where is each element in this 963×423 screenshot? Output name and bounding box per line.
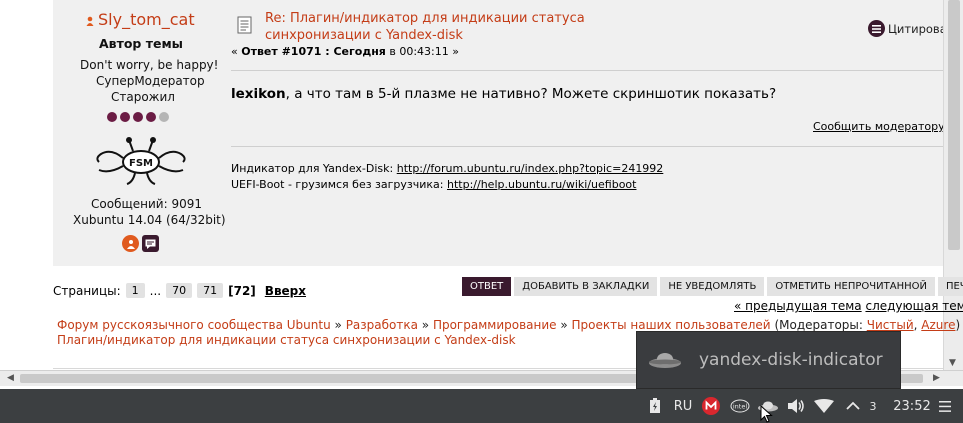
page-link[interactable]: 1: [125, 283, 145, 298]
post-text: , а что там в 5-й плазме не нативно? Мож…: [285, 86, 777, 102]
moderators-label: (Модераторы:: [774, 318, 867, 332]
online-status-icon: [86, 16, 94, 26]
pm-button[interactable]: [142, 235, 159, 252]
meta-prefix: «: [231, 45, 242, 58]
rating-dot: [120, 112, 130, 122]
current-page: [72]: [228, 283, 256, 298]
signature-divider: [231, 146, 943, 147]
clock-time: 23:52: [893, 398, 931, 414]
author-personal-text: Don't worry, be happy!: [80, 58, 219, 72]
author-buttons: [122, 235, 159, 252]
svg-text:FSM: FSM: [129, 158, 153, 169]
print-button[interactable]: ПЕЧАТЬ: [937, 277, 963, 296]
breadcrumb-item[interactable]: Разработка: [346, 318, 418, 332]
author-os: Xubuntu 14.04 (64/32bit): [73, 213, 226, 227]
sig-link-2[interactable]: http://help.ubuntu.ru/wiki/uefiboot: [447, 178, 636, 191]
pagination-label: Страницы:: [53, 283, 121, 298]
page-link[interactable]: 71: [197, 283, 224, 298]
reply-button[interactable]: ОТВЕТ: [462, 277, 512, 296]
vertical-scroll-thumb[interactable]: [948, 0, 960, 250]
author-role: Автор темы: [99, 36, 183, 51]
breadcrumb-current[interactable]: Плагин/индикатор для индикации статуса с…: [57, 333, 516, 347]
keyboard-layout[interactable]: RU: [670, 389, 696, 423]
post-meta: « Ответ #1071 : Сегодня в 00:43:11 »: [231, 45, 459, 58]
svg-text:intel: intel: [733, 403, 747, 411]
fsm-avatar: FSM: [96, 137, 186, 185]
sig-label-2: UEFI-Boot - грузимся без загрузчика:: [231, 178, 448, 191]
mark-unread-button[interactable]: ОТМЕТИТЬ НЕПРОЧИТАННОЙ: [767, 277, 935, 296]
message-icon: [145, 239, 156, 249]
scroll-top-link[interactable]: Вверх: [265, 284, 306, 298]
mouse-cursor-icon: [760, 405, 773, 423]
notification-count: 3: [866, 389, 880, 423]
signature: Индикатор для Yandex-Disk: http://forum.…: [231, 161, 663, 193]
moderators: (Модераторы: Чистый, Azure): [771, 318, 960, 332]
author-name[interactable]: Sly_tom_cat: [86, 10, 195, 29]
post-body: lexikon, а что там в 5-й плазме не натив…: [231, 86, 776, 102]
rating-dot: [146, 112, 156, 122]
quote-icon: [868, 20, 885, 37]
yandex-disk-ufo-icon: [649, 353, 681, 368]
bookmark-button[interactable]: ДОБАВИТЬ В ЗАКЛАДКИ: [514, 277, 658, 296]
battery-icon[interactable]: [646, 389, 664, 423]
rating-dot: [107, 112, 117, 122]
author-level: Старожил: [111, 90, 175, 104]
breadcrumb-item[interactable]: Программирование: [433, 318, 557, 332]
volume-icon[interactable]: [786, 389, 806, 423]
rating-dot: [133, 112, 143, 122]
topic-navigation: « предыдущая тема следующая тема »: [734, 299, 963, 313]
author-rank: СуперМодератор: [96, 74, 205, 88]
moderator-link[interactable]: Чистый: [867, 318, 914, 332]
user-icon: [126, 239, 135, 249]
breadcrumb-separator: »: [330, 318, 346, 332]
divider: [231, 70, 943, 71]
page-ellipsis: ...: [149, 283, 162, 298]
keyboard-layout-label: RU: [673, 398, 693, 414]
post-icon: [237, 16, 252, 34]
menu-icon[interactable]: [937, 389, 953, 423]
post-time: в 00:43:11 »: [385, 45, 459, 58]
signature-line-1: Индикатор для Yandex-Disk: http://forum.…: [231, 161, 663, 177]
notification-count-label: 3: [869, 399, 877, 413]
author-post-count: Сообщений: 9091: [91, 197, 202, 211]
rating-dots: [107, 112, 169, 122]
scroll-left-arrow[interactable]: ◀: [7, 373, 14, 383]
previous-topic-link[interactable]: « предыдущая тема: [734, 299, 862, 313]
breadcrumb-separator: »: [556, 318, 572, 332]
breadcrumb-item[interactable]: Форум русскоязычного сообщества Ubuntu: [57, 318, 331, 332]
breadcrumb-separator: »: [417, 318, 433, 332]
wifi-icon[interactable]: [812, 389, 836, 423]
sig-label-1: Индикатор для Yandex-Disk:: [231, 162, 397, 175]
report-to-moderator-link[interactable]: Сообщить модератору: [813, 120, 945, 133]
mentioned-user: lexikon: [231, 86, 286, 102]
mega-sync-icon[interactable]: [700, 389, 722, 423]
next-topic-link[interactable]: следующая тема »: [865, 299, 963, 313]
unnotify-button[interactable]: НЕ УВЕДОМЛЯТЬ: [660, 277, 765, 296]
topic-actions: ОТВЕТ ДОБАВИТЬ В ЗАКЛАДКИ НЕ УВЕДОМЛЯТЬ …: [462, 277, 963, 296]
reply-number: Ответ #1071 : Сегодня: [241, 45, 386, 58]
rating-dot: [159, 112, 169, 122]
tooltip-text: yandex-disk-indicator: [699, 350, 883, 370]
show-hidden-icons-chevron-icon[interactable]: [843, 389, 863, 423]
scroll-down-arrow[interactable]: ▼: [949, 358, 956, 368]
signature-line-2: UEFI-Boot - грузимся без загрузчика: htt…: [231, 177, 663, 193]
forum-post: Sly_tom_cat Автор темы Don't worry, be h…: [53, 0, 960, 266]
intel-graphics-icon[interactable]: intel: [729, 389, 751, 423]
vertical-scrollbar[interactable]: ▼: [943, 0, 963, 370]
scroll-right-arrow[interactable]: ▶: [933, 373, 940, 383]
clock[interactable]: 23:52: [892, 389, 932, 423]
moderator-link[interactable]: Azure: [921, 318, 955, 332]
pagination: Страницы: 1 ... 70 71 [72] Вверх: [53, 283, 306, 298]
post-title[interactable]: Re: Плагин/индикатор для индикации стату…: [265, 10, 595, 44]
author-name-text: Sly_tom_cat: [98, 10, 195, 29]
sig-link-1[interactable]: http://forum.ubuntu.ru/index.php?topic=2…: [397, 162, 664, 175]
profile-button[interactable]: [122, 235, 139, 252]
system-taskbar: RU intel 3 23:52: [0, 389, 963, 423]
tray-tooltip: yandex-disk-indicator: [636, 331, 901, 389]
page-link[interactable]: 70: [166, 283, 193, 298]
breadcrumb-item[interactable]: Проекты наших пользователей: [572, 318, 771, 332]
